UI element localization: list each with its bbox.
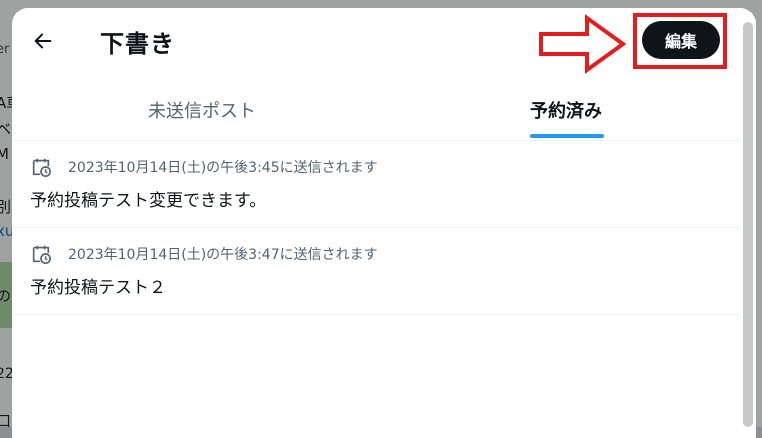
active-tab-indicator [530,134,604,138]
scrollbar-thumb[interactable] [743,22,753,427]
page-title: 下書き [100,30,175,58]
schedule-time: 2023年10月14日(土)の午後3:45に送信されます [68,160,378,176]
post-text: 予約投稿テスト２ [30,278,166,298]
drafts-modal: 下書き 編集 未送信ポスト 予約済み 2023年10月14日(土)の午後3:45… [12,8,756,438]
post-text: 予約投稿テスト変更できます。 [30,191,267,211]
list-item[interactable]: 2023年10月14日(土)の午後3:47に送信されます 予約投稿テスト２ [12,228,740,315]
back-button[interactable] [32,30,54,52]
tab-bar: 未送信ポスト 予約済み [12,80,740,141]
calendar-clock-icon [32,158,51,177]
arrow-right-icon [539,14,627,74]
annotation-highlight-box [633,13,727,69]
arrow-left-icon [34,33,52,49]
tab-scheduled[interactable]: 予約済み [392,80,740,140]
calendar-clock-icon [32,245,51,264]
list-item[interactable]: 2023年10月14日(土)の午後3:45に送信されます 予約投稿テスト変更でき… [12,141,740,228]
scrollbar[interactable] [740,20,756,427]
tab-unsent-posts[interactable]: 未送信ポスト [12,80,392,140]
schedule-time: 2023年10月14日(土)の午後3:47に送信されます [68,247,378,263]
